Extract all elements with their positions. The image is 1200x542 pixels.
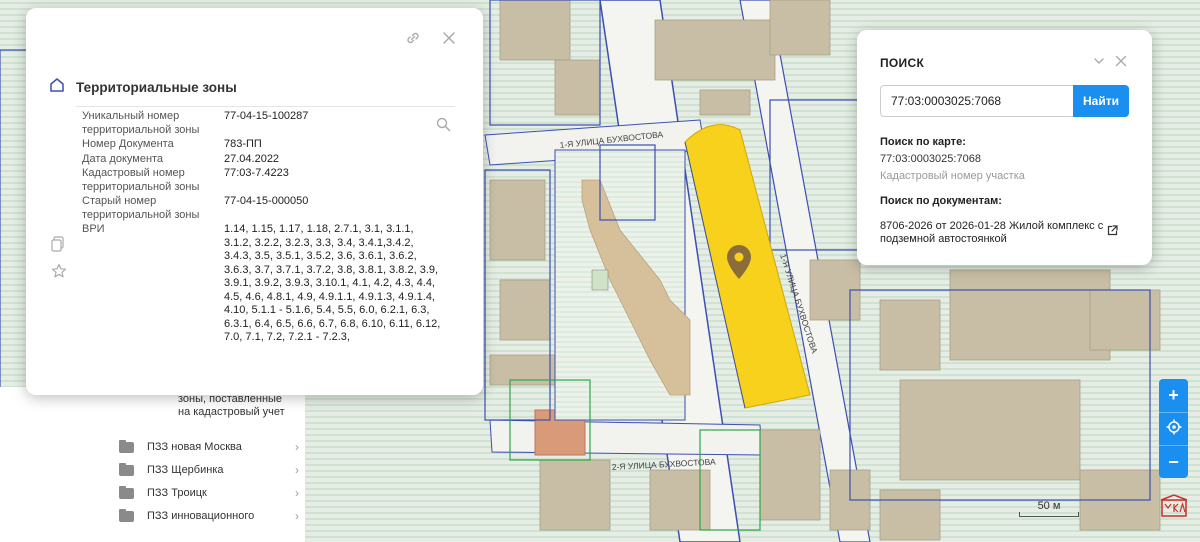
layer-item-label: ПЗЗ Щербинка bbox=[147, 464, 224, 476]
zoom-out-button[interactable]: − bbox=[1159, 445, 1188, 478]
layer-item[interactable]: ПЗЗ Щербинка › bbox=[119, 462, 305, 477]
home-zone-icon bbox=[48, 76, 66, 99]
map-search-result-type: Кадастровый номер участка bbox=[880, 170, 1025, 182]
attribute-label: Уникальный номер территориальной зоны bbox=[82, 110, 200, 136]
document-result-link[interactable]: 8706-2026 от 2026-01-28 Жилой комплекс с… bbox=[880, 220, 1112, 246]
card-title: Территориальные зоны bbox=[76, 80, 237, 95]
attribute-value: 783-ПП bbox=[224, 138, 262, 150]
search-button[interactable]: Найти bbox=[1073, 85, 1129, 117]
close-icon[interactable] bbox=[1115, 54, 1127, 72]
close-icon[interactable] bbox=[441, 30, 457, 46]
attribute-value: 77-04-15-100287 bbox=[224, 110, 309, 122]
map-search-result[interactable]: 77:03:0003025:7068 bbox=[880, 153, 981, 165]
folder-icon bbox=[119, 508, 134, 522]
scale-label: 50 м bbox=[1037, 500, 1061, 512]
link-icon[interactable] bbox=[405, 30, 421, 46]
chevron-right-icon: › bbox=[295, 509, 299, 523]
territorial-zone-card: Территориальные зоны Уникальный номер те… bbox=[26, 8, 483, 395]
zoom-icon[interactable] bbox=[436, 117, 451, 137]
layer-item-label: ПЗЗ Троицк bbox=[147, 487, 207, 499]
mka-logo bbox=[1160, 494, 1188, 517]
chevron-right-icon: › bbox=[295, 463, 299, 477]
docs-search-label: Поиск по документам: bbox=[880, 195, 1002, 207]
map-search-label: Поиск по карте: bbox=[880, 136, 966, 148]
search-input[interactable] bbox=[880, 85, 1073, 117]
scale-bar: 50 м bbox=[1019, 499, 1079, 517]
layer-tree-panel: зоны, поставленные на кадастровый учет П… bbox=[0, 387, 305, 542]
attribute-label: Старый номер территориальной зоны bbox=[82, 195, 200, 221]
layer-tree-text: зоны, поставленные на кадастровый учет bbox=[178, 393, 285, 418]
star-icon[interactable] bbox=[51, 263, 67, 284]
attribute-label: Номер Документа bbox=[82, 138, 174, 150]
divider bbox=[76, 106, 455, 107]
layer-item[interactable]: ПЗЗ инновационного › bbox=[119, 508, 305, 523]
locate-button[interactable] bbox=[1159, 412, 1188, 445]
layer-item-label: ПЗЗ инновационного bbox=[147, 510, 255, 522]
folder-icon bbox=[119, 439, 134, 453]
attribute-row: Старый номер территориальной зоны 77-04-… bbox=[82, 195, 442, 222]
attribute-row: ВРИ 1.14, 1.15, 1.17, 1.18, 2.7.1, 3.1, … bbox=[82, 223, 442, 345]
attribute-value: 77-04-15-000050 bbox=[224, 195, 309, 207]
layer-icon[interactable] bbox=[51, 236, 67, 257]
attribute-row: Дата документа 27.04.2022 bbox=[82, 153, 442, 167]
folder-icon bbox=[119, 462, 134, 476]
attribute-row: Кадастровый номер территориальной зоны 7… bbox=[82, 167, 442, 194]
attribute-row: Номер Документа 783-ПП bbox=[82, 138, 442, 152]
layer-item[interactable]: ПЗЗ новая Москва › bbox=[119, 439, 305, 454]
attribute-value: 27.04.2022 bbox=[224, 152, 280, 165]
layer-item[interactable]: ПЗЗ Троицк › bbox=[119, 485, 305, 500]
attribute-label: Дата документа bbox=[82, 152, 164, 165]
chevron-right-icon: › bbox=[295, 486, 299, 500]
scale-line bbox=[1019, 512, 1079, 517]
map-zoom-controls: + − bbox=[1159, 379, 1188, 478]
attribute-row: Уникальный номер территориальной зоны 77… bbox=[82, 110, 442, 137]
target-icon bbox=[1166, 419, 1182, 440]
search-title: ПОИСК bbox=[880, 56, 925, 70]
attribute-value: 1.14, 1.15, 1.17, 1.18, 2.7.1, 3.1, 3.1.… bbox=[224, 223, 441, 343]
search-panel: ПОИСК Найти Поиск по карте: 77:03:000302… bbox=[857, 30, 1152, 265]
external-link-icon[interactable] bbox=[1107, 223, 1118, 241]
attribute-label: Кадастровый номер территориальной зоны bbox=[82, 167, 200, 193]
layer-item-label: ПЗЗ новая Москва bbox=[147, 441, 242, 453]
chevron-down-icon[interactable] bbox=[1093, 54, 1105, 72]
folder-icon bbox=[119, 485, 134, 499]
attribute-value: 77:03-7.4223 bbox=[224, 167, 289, 179]
chevron-right-icon: › bbox=[295, 440, 299, 454]
attribute-label: ВРИ bbox=[82, 223, 105, 235]
zoom-in-button[interactable]: + bbox=[1159, 379, 1188, 412]
attribute-list: Уникальный номер территориальной зоны 77… bbox=[82, 110, 442, 345]
